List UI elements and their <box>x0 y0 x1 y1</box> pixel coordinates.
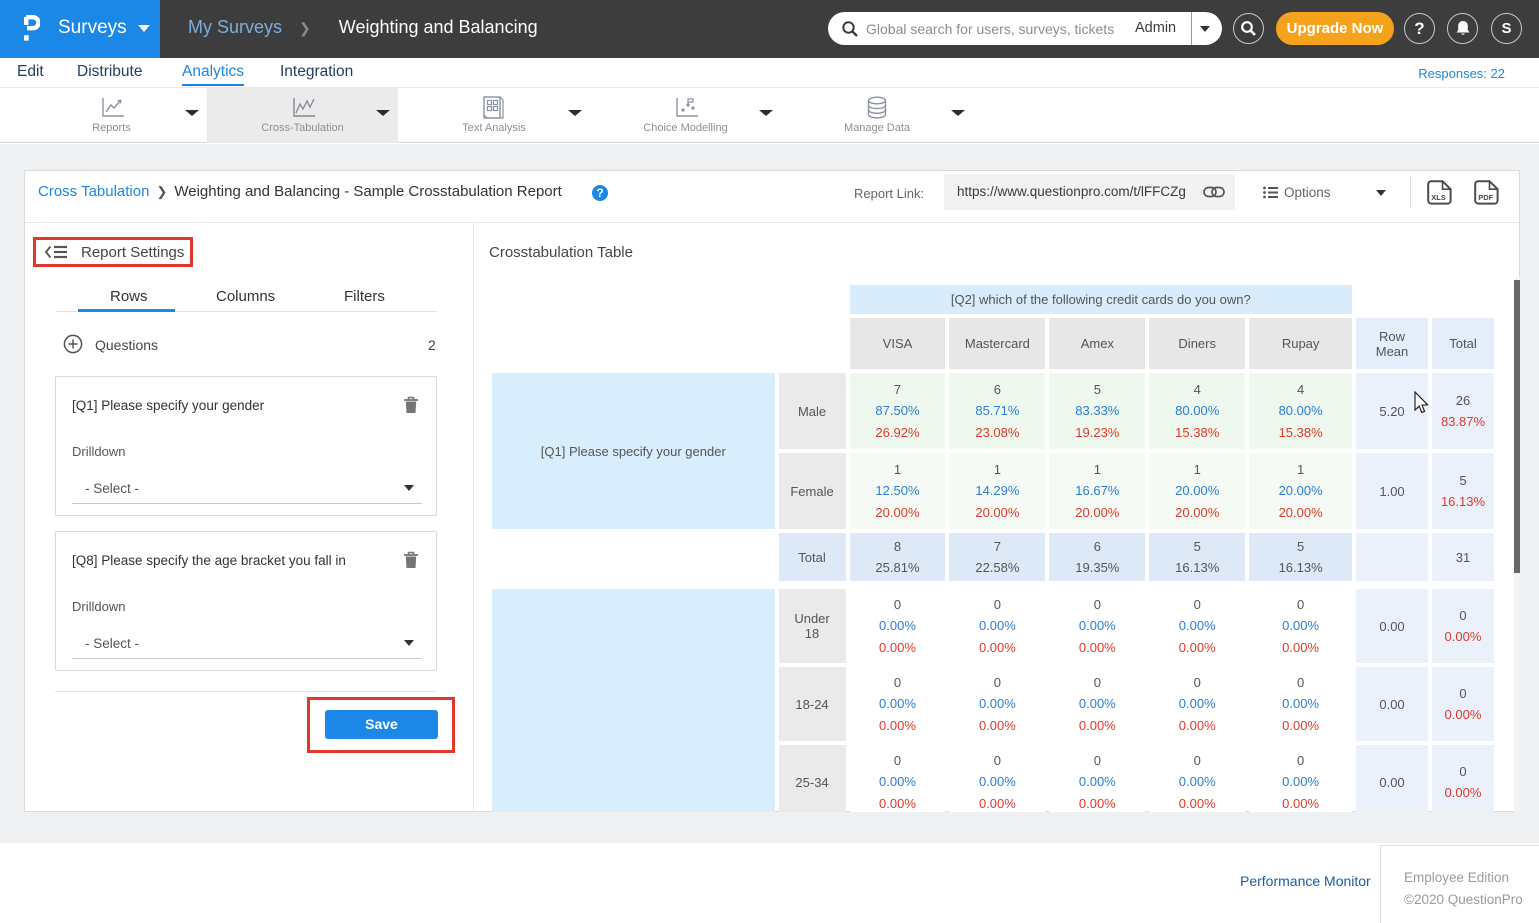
svg-text:PDF: PDF <box>1478 193 1493 202</box>
svg-text:XLS: XLS <box>1431 193 1446 202</box>
